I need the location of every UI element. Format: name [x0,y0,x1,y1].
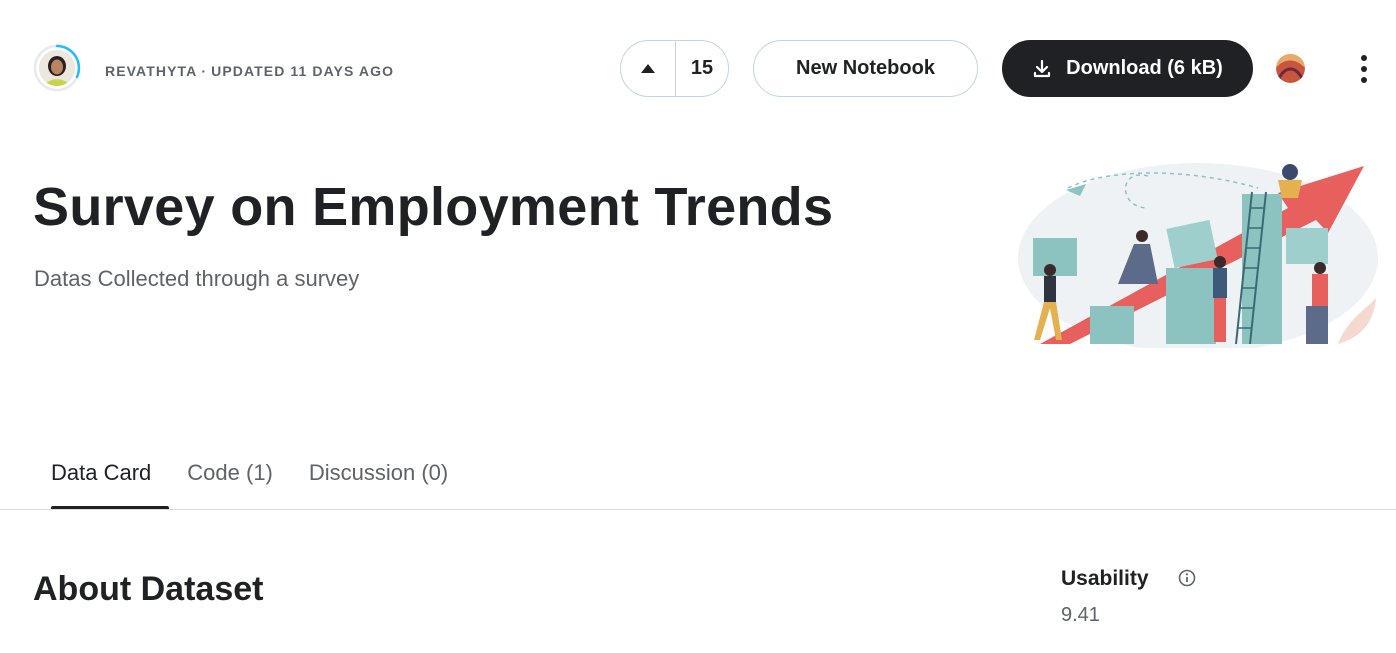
author-meta: REVATHYTA · UPDATED 11 DAYS AGO [105,63,394,79]
usability-label: Usability [1061,567,1149,590]
tab-discussion[interactable]: Discussion (0) [291,458,466,510]
download-icon [1034,59,1051,77]
new-notebook-button[interactable]: New Notebook [753,40,978,97]
author-avatar[interactable] [33,44,81,92]
more-options-button[interactable] [1349,52,1379,86]
dataset-tabs: Data Card Code (1) Discussion (0) [33,458,466,510]
avatar-image [39,50,75,86]
dataset-page: REVATHYTA · UPDATED 11 DAYS AGO 15 New Not… [0,0,1396,653]
upvote-button[interactable] [621,41,676,96]
download-button[interactable]: Download (6 kB) [1002,40,1253,97]
upvote-control: 15 [620,40,729,97]
usability-score: 9.41 [1061,604,1100,626]
meta-separator: · [201,63,208,79]
download-label: Download (6 kB) [1066,57,1223,79]
triangle-up-icon [641,64,655,73]
tab-data-card[interactable]: Data Card [33,458,170,510]
tabs-divider [0,509,1396,510]
info-icon[interactable] [1178,569,1196,587]
dataset-title: Survey on Employment Trends [33,177,834,237]
about-dataset-heading: About Dataset [33,570,264,608]
dataset-subtitle: Datas Collected through a survey [34,266,360,291]
updated-text: UPDATED 11 DAYS AGO [211,63,395,79]
author-name[interactable]: REVATHYTA [105,63,197,79]
dataset-cover-illustration [1018,163,1378,348]
vote-count: 15 [690,57,714,79]
more-vertical-icon [1361,55,1367,61]
user-avatar[interactable] [1276,54,1305,83]
tab-code[interactable]: Code (1) [169,458,291,510]
